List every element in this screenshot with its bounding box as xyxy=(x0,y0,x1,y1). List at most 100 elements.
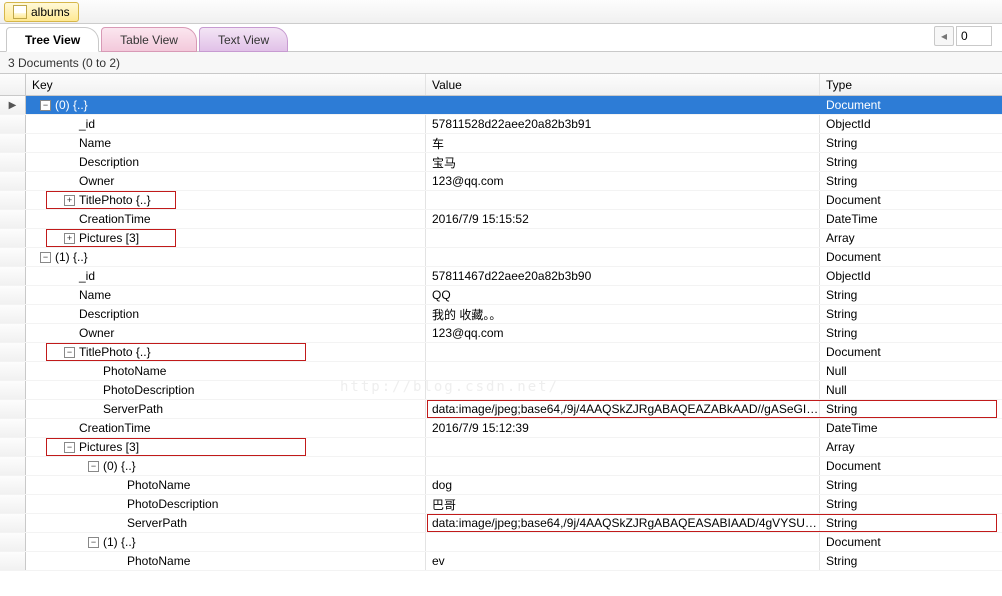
collapse-icon[interactable]: − xyxy=(40,100,51,111)
tree-row[interactable]: CreationTime2016/7/9 15:12:39DateTime xyxy=(0,419,1002,438)
tree-row[interactable]: PhotoDescription巴哥String xyxy=(0,495,1002,514)
tree-row[interactable]: Owner123@qq.comString xyxy=(0,324,1002,343)
cell-key[interactable]: PhotoName xyxy=(26,476,426,494)
cell-value[interactable]: ev xyxy=(426,552,820,570)
tree-row[interactable]: ▶−(0) {..}Document xyxy=(0,96,1002,115)
cell-value[interactable] xyxy=(426,96,820,114)
file-tab-albums[interactable]: albums xyxy=(4,2,79,22)
collapse-icon[interactable]: − xyxy=(64,442,75,453)
cell-key[interactable]: PhotoName xyxy=(26,552,426,570)
cell-key[interactable]: +TitlePhoto {..} xyxy=(26,191,426,209)
cell-key[interactable]: _id xyxy=(26,267,426,285)
cell-value[interactable]: data:image/jpeg;base64,/9j/4AAQSkZJRgABA… xyxy=(426,400,820,418)
cell-key[interactable]: −(0) {..} xyxy=(26,457,426,475)
cell-value[interactable]: 2016/7/9 15:15:52 xyxy=(426,210,820,228)
cell-key[interactable]: Name xyxy=(26,134,426,152)
cell-value[interactable] xyxy=(426,248,820,266)
header-type[interactable]: Type xyxy=(820,74,1002,95)
tree-row[interactable]: −(1) {..}Document xyxy=(0,533,1002,552)
cell-key[interactable]: CreationTime xyxy=(26,210,426,228)
cell-value[interactable] xyxy=(426,533,820,551)
cell-value[interactable] xyxy=(426,191,820,209)
cell-key[interactable]: PhotoDescription xyxy=(26,495,426,513)
cell-value[interactable]: 57811467d22aee20a82b3b90 xyxy=(426,267,820,285)
cell-value[interactable] xyxy=(426,343,820,361)
header-value[interactable]: Value xyxy=(426,74,820,95)
cell-value[interactable] xyxy=(426,362,820,380)
pager-prev-button[interactable]: ◂ xyxy=(934,26,954,46)
tree-row[interactable]: PhotoNameNull xyxy=(0,362,1002,381)
cell-key[interactable]: Owner xyxy=(26,172,426,190)
cell-key[interactable]: −TitlePhoto {..} xyxy=(26,343,426,361)
tree-row[interactable]: PhotoDescriptionNull xyxy=(0,381,1002,400)
tab-text-view[interactable]: Text View xyxy=(199,27,288,52)
cell-key[interactable]: −(1) {..} xyxy=(26,533,426,551)
cell-key[interactable]: CreationTime xyxy=(26,419,426,437)
cell-key[interactable]: Description xyxy=(26,153,426,171)
tree-row[interactable]: Description我的 收藏。。String xyxy=(0,305,1002,324)
cell-value[interactable]: 2016/7/9 15:12:39 xyxy=(426,419,820,437)
cell-key[interactable]: ServerPath xyxy=(26,514,426,532)
type-text: Document xyxy=(826,345,881,359)
expand-icon[interactable]: + xyxy=(64,233,75,244)
tree-row[interactable]: −(0) {..}Document xyxy=(0,457,1002,476)
tree-row[interactable]: NameQQ String xyxy=(0,286,1002,305)
cell-value[interactable]: 123@qq.com xyxy=(426,324,820,342)
tab-tree-view[interactable]: Tree View xyxy=(6,27,99,52)
cell-key[interactable]: PhotoName xyxy=(26,362,426,380)
tree-row[interactable]: −(1) {..} Document xyxy=(0,248,1002,267)
collapse-icon[interactable]: − xyxy=(64,347,75,358)
tree-row[interactable]: −TitlePhoto {..} Document xyxy=(0,343,1002,362)
cell-value[interactable]: 我的 收藏。。 xyxy=(426,305,820,323)
tree-row[interactable]: ServerPathdata:image/jpeg;base64,/9j/4AA… xyxy=(0,400,1002,419)
row-gutter xyxy=(0,381,26,399)
tree-row[interactable]: PhotoNamedogString xyxy=(0,476,1002,495)
tab-table-view[interactable]: Table View xyxy=(101,27,197,52)
tree-row[interactable]: PhotoNameevString xyxy=(0,552,1002,571)
cell-value[interactable] xyxy=(426,457,820,475)
tree-row[interactable]: ServerPath data:image/jpeg;base64,/9j/4AA… xyxy=(0,514,1002,533)
cell-type: String xyxy=(820,476,1002,494)
cell-value[interactable] xyxy=(426,438,820,456)
cell-key[interactable]: PhotoDescription xyxy=(26,381,426,399)
cell-value[interactable]: data:image/jpeg;base64,/9j/4AAQSkZJRgABA… xyxy=(426,514,820,532)
pager-input[interactable] xyxy=(956,26,992,46)
expand-icon[interactable]: + xyxy=(64,195,75,206)
cell-value[interactable] xyxy=(426,381,820,399)
value-text: data:image/jpeg;base64,/9j/4AAQSkZJRgABA… xyxy=(432,516,819,530)
tree-row[interactable]: CreationTime2016/7/9 15:15:52DateTime xyxy=(0,210,1002,229)
cell-value[interactable]: 车 xyxy=(426,134,820,152)
cell-value[interactable]: 巴哥 xyxy=(426,495,820,513)
cell-key[interactable]: ServerPath xyxy=(26,400,426,418)
cell-type: ObjectId xyxy=(820,267,1002,285)
type-text: String xyxy=(826,288,857,302)
collapse-icon[interactable]: − xyxy=(40,252,51,263)
header-key[interactable]: Key xyxy=(26,74,426,95)
tree-row[interactable]: +Pictures [3]Array xyxy=(0,229,1002,248)
type-text: Document xyxy=(826,250,881,264)
cell-key[interactable]: −(1) {..} xyxy=(26,248,426,266)
cell-key[interactable]: _id xyxy=(26,115,426,133)
tree-row[interactable]: −Pictures [3]Array xyxy=(0,438,1002,457)
cell-key[interactable]: −(0) {..} xyxy=(26,96,426,114)
tree-row[interactable]: Description宝马String xyxy=(0,153,1002,172)
cell-value[interactable] xyxy=(426,229,820,247)
cell-key[interactable]: Description xyxy=(26,305,426,323)
cell-key[interactable]: −Pictures [3] xyxy=(26,438,426,456)
collapse-icon[interactable]: − xyxy=(88,537,99,548)
cell-value[interactable]: 57811528d22aee20a82b3b91 xyxy=(426,115,820,133)
tree-row[interactable]: +TitlePhoto {..}Document xyxy=(0,191,1002,210)
tree-row[interactable]: Name车String xyxy=(0,134,1002,153)
cell-key[interactable]: +Pictures [3] xyxy=(26,229,426,247)
cell-value[interactable]: 123@qq.com xyxy=(426,172,820,190)
cell-value[interactable]: 宝马 xyxy=(426,153,820,171)
collapse-icon[interactable]: − xyxy=(88,461,99,472)
tree-row[interactable]: _id57811528d22aee20a82b3b91ObjectId xyxy=(0,115,1002,134)
cell-value[interactable]: dog xyxy=(426,476,820,494)
tree-row[interactable]: _id57811467d22aee20a82b3b90ObjectId xyxy=(0,267,1002,286)
cell-key[interactable]: Owner xyxy=(26,324,426,342)
cell-key[interactable]: Name xyxy=(26,286,426,304)
tree-row[interactable]: Owner123@qq.comString xyxy=(0,172,1002,191)
row-gutter xyxy=(0,286,26,304)
cell-value[interactable]: QQ xyxy=(426,286,820,304)
